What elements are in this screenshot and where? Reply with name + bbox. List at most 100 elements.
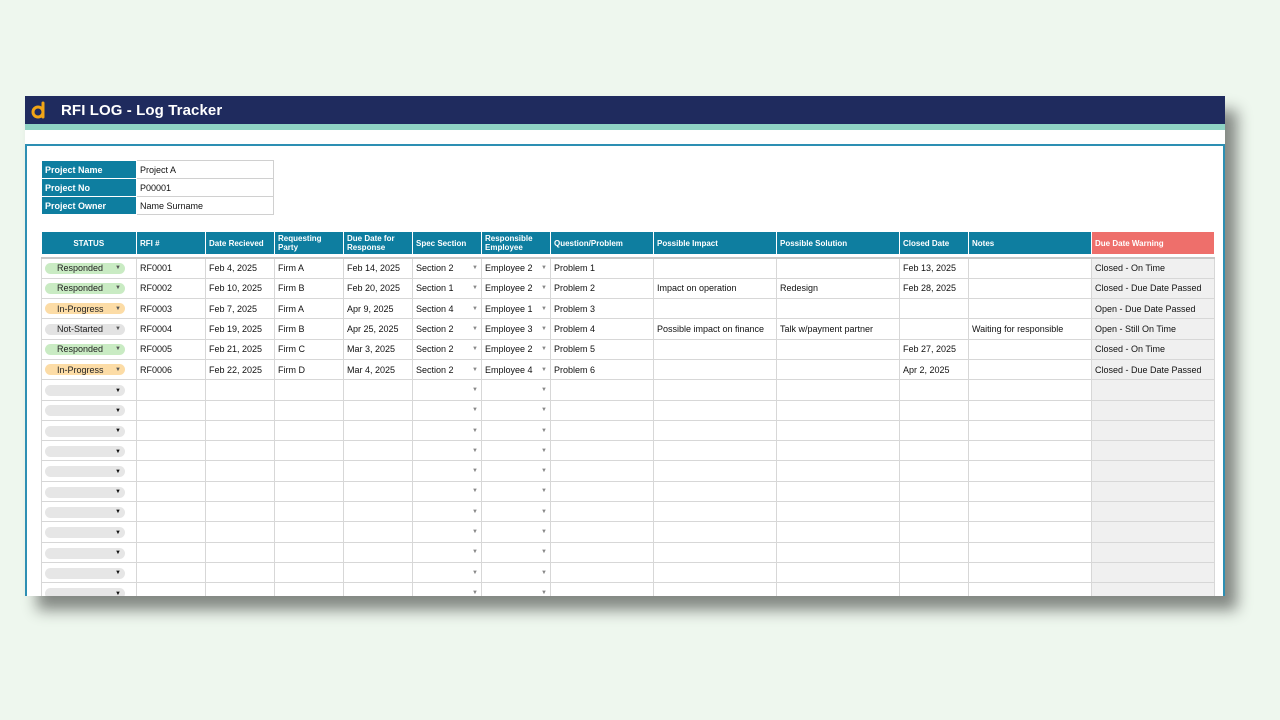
dropdown-arrow-icon[interactable]: ▼ [472,488,478,494]
empty-cell[interactable] [899,460,969,482]
empty-cell[interactable] [343,562,413,584]
question-cell[interactable]: Problem 3 [550,298,654,320]
dropdown-arrow-icon[interactable]: ▼ [541,387,547,393]
status-cell[interactable]: ▼ [41,440,137,462]
status-dropdown-chip[interactable]: ▼ [45,588,125,596]
chevron-down-icon[interactable]: ▼ [115,326,121,332]
col-header-status[interactable]: STATUS [41,232,137,254]
dropdown-arrow-icon[interactable]: ▼ [541,407,547,413]
date-received-cell[interactable]: Feb 4, 2025 [205,258,275,279]
solution-cell[interactable] [776,258,900,279]
empty-cell[interactable] [776,501,900,523]
empty-cell[interactable] [136,400,206,421]
empty-cell[interactable] [968,379,1092,401]
solution-cell[interactable]: Redesign [776,278,900,300]
impact-cell[interactable]: Possible impact on finance [653,318,777,340]
empty-cell[interactable] [550,400,654,421]
spec-section-cell[interactable]: ▼ [412,460,482,482]
date-received-cell[interactable]: Feb 21, 2025 [205,339,275,360]
status-cell[interactable]: Responded ▼ [41,339,137,360]
dropdown-arrow-icon[interactable]: ▼ [541,285,547,291]
question-cell[interactable]: Problem 4 [550,318,654,340]
empty-cell[interactable] [205,542,275,563]
dropdown-arrow-icon[interactable]: ▼ [541,346,547,352]
question-cell[interactable]: Problem 6 [550,359,654,381]
date-received-cell[interactable]: Feb 7, 2025 [205,298,275,320]
status-cell[interactable]: ▼ [41,379,137,401]
chevron-down-icon[interactable]: ▼ [115,591,121,596]
notes-cell[interactable] [968,278,1092,300]
solution-cell[interactable] [776,298,900,320]
spec-section-cell[interactable]: Section 4 ▼ [412,298,482,320]
notes-cell[interactable] [968,339,1092,360]
question-cell[interactable]: Problem 5 [550,339,654,360]
impact-cell[interactable] [653,359,777,381]
empty-cell[interactable] [550,460,654,482]
status-dropdown-chip[interactable]: ▼ [45,547,125,559]
empty-cell[interactable] [550,379,654,401]
dropdown-arrow-icon[interactable]: ▼ [472,509,478,515]
empty-cell[interactable] [968,582,1092,596]
empty-cell[interactable] [776,400,900,421]
spec-section-cell[interactable]: ▼ [412,542,482,563]
dropdown-arrow-icon[interactable]: ▼ [541,265,547,271]
empty-cell[interactable] [653,582,777,596]
dropdown-arrow-icon[interactable]: ▼ [472,346,478,352]
dropdown-arrow-icon[interactable]: ▼ [472,549,478,555]
dropdown-arrow-icon[interactable]: ▼ [541,488,547,494]
empty-cell[interactable] [968,521,1092,543]
empty-cell[interactable] [205,481,275,503]
spec-section-cell[interactable]: Section 2 ▼ [412,359,482,381]
solution-cell[interactable]: Talk w/payment partner [776,318,900,340]
empty-cell[interactable] [550,440,654,462]
chevron-down-icon[interactable]: ▼ [115,489,121,495]
status-cell[interactable]: Not-Started ▼ [41,318,137,340]
empty-cell[interactable] [343,582,413,596]
dropdown-arrow-icon[interactable]: ▼ [541,448,547,454]
dropdown-arrow-icon[interactable]: ▼ [472,326,478,332]
chevron-down-icon[interactable]: ▼ [115,285,121,291]
status-dropdown-chip[interactable]: Responded ▼ [45,282,125,294]
empty-cell[interactable] [205,420,275,442]
empty-cell[interactable] [653,379,777,401]
dropdown-arrow-icon[interactable]: ▼ [472,468,478,474]
status-dropdown-chip[interactable]: ▼ [45,466,125,478]
requesting-party-cell[interactable]: Firm C [274,339,344,360]
col-header-responsible[interactable]: Responsible Employee [481,232,551,254]
responsible-cell[interactable]: ▼ [481,400,551,421]
empty-cell[interactable] [205,521,275,543]
chevron-down-icon[interactable]: ▼ [115,550,121,556]
empty-cell[interactable] [136,582,206,596]
dropdown-arrow-icon[interactable]: ▼ [541,549,547,555]
status-dropdown-chip[interactable]: ▼ [45,486,125,498]
chevron-down-icon[interactable]: ▼ [115,469,121,475]
dropdown-arrow-icon[interactable]: ▼ [472,529,478,535]
empty-cell[interactable] [899,562,969,584]
empty-cell[interactable] [776,481,900,503]
empty-cell[interactable] [899,400,969,421]
empty-cell[interactable] [899,481,969,503]
spec-section-cell[interactable]: ▼ [412,582,482,596]
dropdown-arrow-icon[interactable]: ▼ [541,570,547,576]
empty-cell[interactable] [274,420,344,442]
empty-cell[interactable] [899,379,969,401]
rfi-cell[interactable]: RF0006 [136,359,206,381]
dropdown-arrow-icon[interactable]: ▼ [541,306,547,312]
rfi-cell[interactable]: RF0003 [136,298,206,320]
chevron-down-icon[interactable]: ▼ [115,306,121,312]
empty-cell[interactable] [550,501,654,523]
empty-cell[interactable] [205,562,275,584]
responsible-cell[interactable]: ▼ [481,460,551,482]
col-header-solution[interactable]: Possible Solution [776,232,900,254]
dropdown-arrow-icon[interactable]: ▼ [541,367,547,373]
responsible-cell[interactable]: Employee 2 ▼ [481,258,551,279]
spec-section-cell[interactable]: ▼ [412,501,482,523]
empty-cell[interactable] [968,501,1092,523]
empty-cell[interactable] [968,440,1092,462]
empty-cell[interactable] [899,521,969,543]
empty-cell[interactable] [653,440,777,462]
spec-section-cell[interactable]: Section 2 ▼ [412,258,482,279]
empty-cell[interactable] [205,582,275,596]
dropdown-arrow-icon[interactable]: ▼ [541,509,547,515]
status-dropdown-chip[interactable]: ▼ [45,425,125,437]
